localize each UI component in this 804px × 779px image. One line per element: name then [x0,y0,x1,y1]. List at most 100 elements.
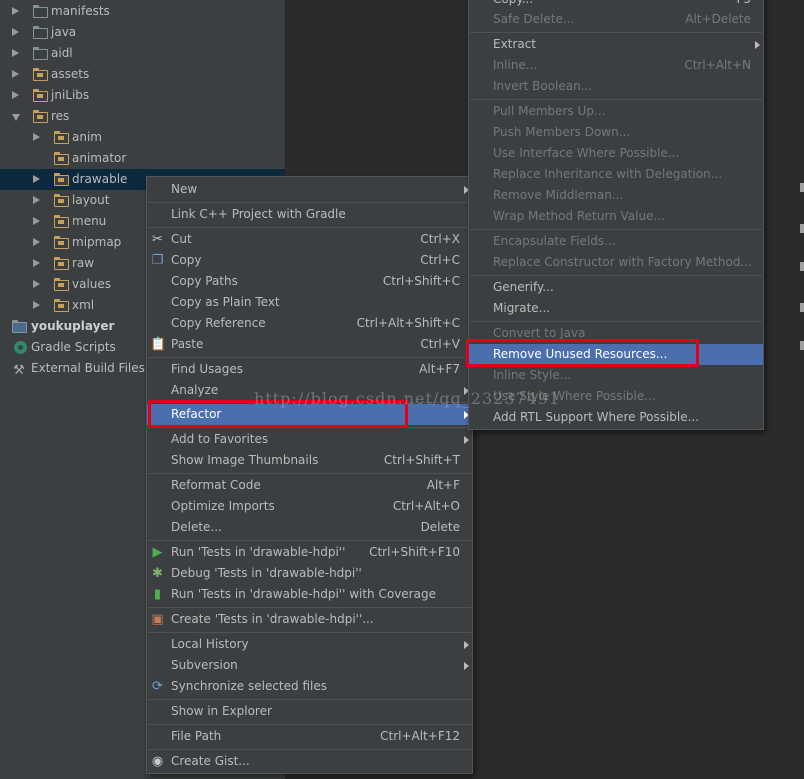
menu-item-synchronize[interactable]: ⟳ Synchronize selected files [147,676,472,697]
menu-item-extract[interactable]: Extract [469,34,763,55]
menu-separator [470,275,762,276]
menu-item-migrate[interactable]: Migrate... [469,298,763,319]
menu-label: Convert to Java [493,326,586,340]
folder-icon [33,5,48,18]
menu-item-add-rtl-support[interactable]: Add RTL Support Where Possible... [469,407,763,428]
menu-label: Invert Boolean... [493,79,593,93]
tree-item-label: manifests [51,4,110,18]
menu-item-run-with-coverage[interactable]: ▮ Run 'Tests in 'drawable-hdpi'' with Cov… [147,584,472,605]
resource-folder-icon [33,68,48,81]
expanded-arrow-icon[interactable] [12,114,20,121]
menu-item-copy-plain-text[interactable]: Copy as Plain Text [147,292,472,313]
menu-item-create-gist[interactable]: ◉ Create Gist... [147,751,472,772]
menu-label: Remove Middleman... [493,188,624,202]
collapsed-arrow-icon[interactable] [12,91,19,99]
collapsed-arrow-icon[interactable] [12,70,19,78]
menu-item-remove-unused-resources[interactable]: Remove Unused Resources... [469,344,763,365]
menu-item-new[interactable]: New [147,179,472,200]
menu-item-inline[interactable]: Inline... Ctrl+Alt+N [469,55,763,76]
menu-item-reformat-code[interactable]: Reformat Code Alt+F [147,475,472,496]
tree-item-aidl[interactable]: aidl [0,43,285,64]
menu-item-cut[interactable]: ✂ Cut Ctrl+X [147,229,472,250]
tree-item-anim[interactable]: anim [0,127,285,148]
menu-label: Run 'Tests in 'drawable-hdpi'' with Cove… [171,587,436,601]
menu-item-file-path[interactable]: File Path Ctrl+Alt+F12 [147,726,472,747]
menu-item-link-cpp[interactable]: Link C++ Project with Gradle [147,204,472,225]
menu-item-replace-constructor[interactable]: Replace Constructor with Factory Method.… [469,252,763,273]
collapsed-arrow-icon[interactable] [33,133,40,141]
collapsed-arrow-icon[interactable] [12,49,19,57]
submenu-arrow-icon [464,662,469,670]
tree-item-animator[interactable]: animator [0,148,285,169]
collapsed-arrow-icon[interactable] [33,196,40,204]
menu-item-copy-reference[interactable]: Copy Reference Ctrl+Alt+Shift+C [147,313,472,334]
menu-item-encapsulate-fields[interactable]: Encapsulate Fields... [469,231,763,252]
collapsed-arrow-icon[interactable] [33,217,40,225]
menu-separator [470,32,762,33]
menu-item-optimize-imports[interactable]: Optimize Imports Ctrl+Alt+O [147,496,472,517]
collapsed-arrow-icon[interactable] [33,175,40,183]
submenu-arrow-icon [464,436,469,444]
menu-item-push-members-down[interactable]: Push Members Down... [469,122,763,143]
watermark-text: http://blog.csdn.net/qq_23237491 [254,389,561,408]
menu-item-delete[interactable]: Delete... Delete [147,517,472,538]
menu-item-copy-paths[interactable]: Copy Paths Ctrl+Shift+C [147,271,472,292]
menu-item-run-tests[interactable]: ▶ Run 'Tests in 'drawable-hdpi'' Ctrl+Shif… [147,542,472,563]
menu-item-local-history[interactable]: Local History [147,634,472,655]
menu-shortcut: Ctrl+Alt+F12 [380,729,460,743]
menu-item-wrap-return[interactable]: Wrap Method Return Value... [469,206,763,227]
menu-item-convert-to-java[interactable]: Convert to Java [469,323,763,344]
tree-item-label: res [51,109,70,123]
menu-label: Synchronize selected files [171,679,327,693]
menu-label: Copy [171,253,202,267]
gradle-icon [14,341,27,354]
menu-separator [470,99,762,100]
resource-folder-icon [54,299,69,312]
menu-item-show-in-explorer[interactable]: Show in Explorer [147,701,472,722]
create-test-icon: ▣ [151,612,164,627]
menu-shortcut: Ctrl+V [420,337,460,351]
menu-item-paste[interactable]: 📋 Paste Ctrl+V [147,334,472,355]
menu-label: Show Image Thumbnails [171,453,319,467]
menu-item-pull-members-up[interactable]: Pull Members Up... [469,101,763,122]
collapsed-arrow-icon[interactable] [33,238,40,246]
menu-item-generify[interactable]: Generify... [469,277,763,298]
tree-item-assets[interactable]: assets [0,64,285,85]
menu-item-use-interface[interactable]: Use Interface Where Possible... [469,143,763,164]
menu-item-add-to-favorites[interactable]: Add to Favorites [147,429,472,450]
collapsed-arrow-icon[interactable] [12,7,19,15]
menu-item-find-usages[interactable]: Find Usages Alt+F7 [147,359,472,380]
menu-item-replace-inheritance[interactable]: Replace Inheritance with Delegation... [469,164,763,185]
tree-item-label: java [51,25,77,39]
collapsed-arrow-icon[interactable] [33,259,40,267]
menu-item-copy[interactable]: ❐ Copy Ctrl+C [147,250,472,271]
menu-label: Debug 'Tests in 'drawable-hdpi'' [171,566,362,580]
menu-item-debug-tests[interactable]: ✱ Debug 'Tests in 'drawable-hdpi'' [147,563,472,584]
tree-item-jnilibs[interactable]: jniLibs [0,85,285,106]
tree-item-res[interactable]: res [0,106,285,127]
tree-item-label: animator [72,151,127,165]
tree-item-label: External Build Files [31,361,145,375]
collapsed-arrow-icon[interactable] [33,301,40,309]
tree-item-manifests[interactable]: manifests [0,1,285,22]
editor-edge-mark [800,262,804,271]
collapsed-arrow-icon[interactable] [12,28,19,36]
tree-item-label: values [72,277,112,291]
menu-label: Copy Reference [171,316,266,330]
menu-item-subversion[interactable]: Subversion [147,655,472,676]
collapsed-arrow-icon[interactable] [33,280,40,288]
menu-item-show-image-thumbnails[interactable]: Show Image Thumbnails Ctrl+Shift+T [147,450,472,471]
menu-item-inline-style[interactable]: Inline Style... [469,365,763,386]
menu-item-remove-middleman[interactable]: Remove Middleman... [469,185,763,206]
menu-separator [148,699,471,700]
coverage-icon: ▮ [153,587,162,602]
menu-item-invert-boolean[interactable]: Invert Boolean... [469,76,763,97]
menu-shortcut: Ctrl+Alt+O [392,499,460,513]
menu-label: Analyze [171,383,219,397]
menu-shortcut: Delete [420,520,460,534]
menu-item-safe-delete[interactable]: Safe Delete... Alt+Delete [469,9,763,30]
tree-item-java[interactable]: java [0,22,285,43]
menu-item-create-tests[interactable]: ▣ Create 'Tests in 'drawable-hdpi''... [147,609,472,630]
menu-separator [470,321,762,322]
menu-shortcut: Ctrl+Alt+N [684,58,751,72]
